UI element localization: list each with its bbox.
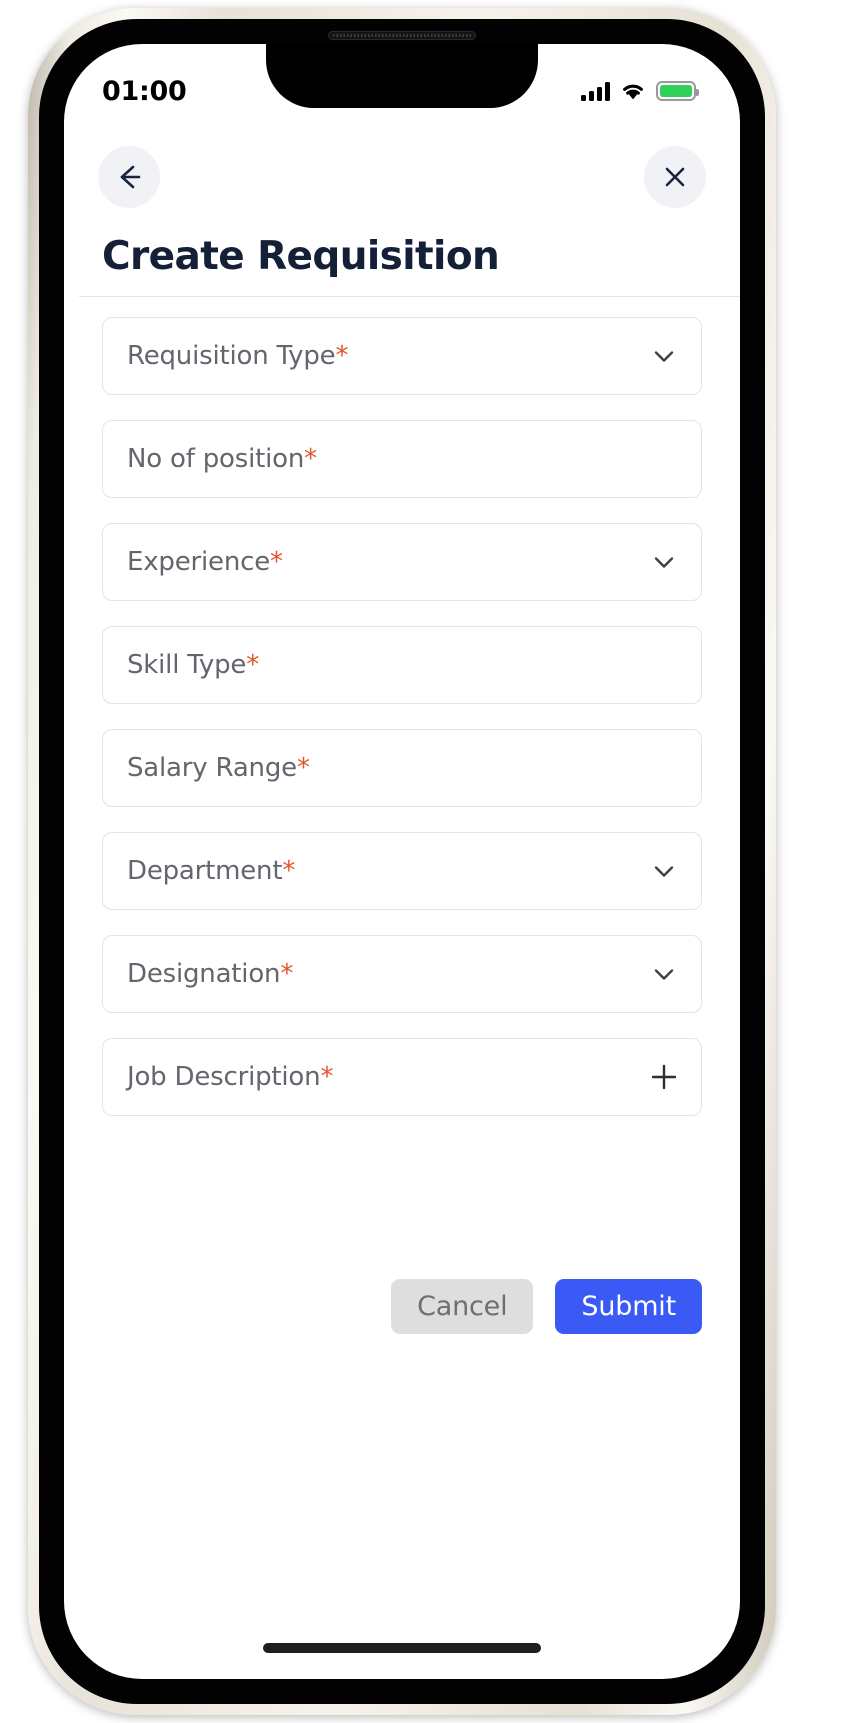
requisition-form: Requisition Type* No of position* Experien…: [102, 317, 702, 1141]
header-divider: [79, 296, 740, 297]
screen-nav-bar: [64, 136, 740, 218]
chevron-down-icon[interactable]: [649, 547, 679, 577]
wifi-icon: [623, 84, 643, 100]
field-label: Experience*: [127, 547, 283, 577]
status-bar-clock: 01:00: [102, 75, 187, 107]
phone-device: 01:00 Create Requisition Requisition Typ…: [28, 8, 776, 1715]
field-label: Requisition Type*: [127, 341, 349, 371]
page-title: Create Requisition: [102, 234, 500, 279]
silent-switch-button[interactable]: [25, 223, 30, 265]
close-x-icon: [665, 167, 685, 187]
field-label: Designation*: [127, 959, 294, 989]
submit-button[interactable]: Submit: [555, 1279, 702, 1334]
field-label: Salary Range*: [127, 753, 310, 783]
field-skill-type[interactable]: Skill Type*: [102, 626, 702, 704]
required-asterisk: *: [320, 1062, 334, 1092]
form-actions: Cancel Submit: [391, 1279, 702, 1334]
required-asterisk: *: [282, 856, 296, 886]
field-label: Department*: [127, 856, 296, 886]
required-asterisk: *: [296, 753, 310, 783]
back-button[interactable]: [98, 146, 160, 208]
required-asterisk: *: [280, 959, 294, 989]
required-asterisk: *: [270, 547, 283, 577]
arrow-left-icon: [120, 165, 141, 189]
chevron-down-icon[interactable]: [649, 341, 679, 371]
volume-down-button[interactable]: [24, 413, 30, 495]
field-designation[interactable]: Designation*: [102, 935, 702, 1013]
chevron-down-icon[interactable]: [649, 856, 679, 886]
close-button[interactable]: [644, 146, 706, 208]
power-button[interactable]: [774, 358, 780, 482]
plus-icon[interactable]: [649, 1062, 679, 1092]
required-asterisk: *: [335, 341, 349, 371]
volume-up-button[interactable]: [24, 308, 30, 390]
required-asterisk: *: [246, 650, 260, 680]
cancel-button[interactable]: Cancel: [391, 1279, 534, 1334]
required-asterisk: *: [304, 444, 317, 474]
field-department[interactable]: Department*: [102, 832, 702, 910]
status-bar: 01:00: [64, 44, 740, 118]
status-bar-indicators: [581, 81, 699, 101]
field-label: Skill Type*: [127, 650, 260, 680]
home-indicator[interactable]: [263, 1643, 541, 1653]
earpiece-speaker-grille: [328, 31, 476, 40]
cellular-signal-icon: [581, 81, 610, 101]
field-experience[interactable]: Experience*: [102, 523, 702, 601]
battery-full-icon: [656, 81, 699, 101]
field-salary-range[interactable]: Salary Range*: [102, 729, 702, 807]
field-requisition-type[interactable]: Requisition Type*: [102, 317, 702, 395]
field-label: Job Description*: [127, 1062, 334, 1092]
field-no-of-position[interactable]: No of position*: [102, 420, 702, 498]
phone-screen: 01:00 Create Requisition Requisition Typ…: [64, 44, 740, 1679]
field-label: No of position*: [127, 444, 317, 474]
field-job-description[interactable]: Job Description*: [102, 1038, 702, 1116]
chevron-down-icon[interactable]: [649, 959, 679, 989]
phone-bezel: 01:00 Create Requisition Requisition Typ…: [39, 19, 765, 1704]
